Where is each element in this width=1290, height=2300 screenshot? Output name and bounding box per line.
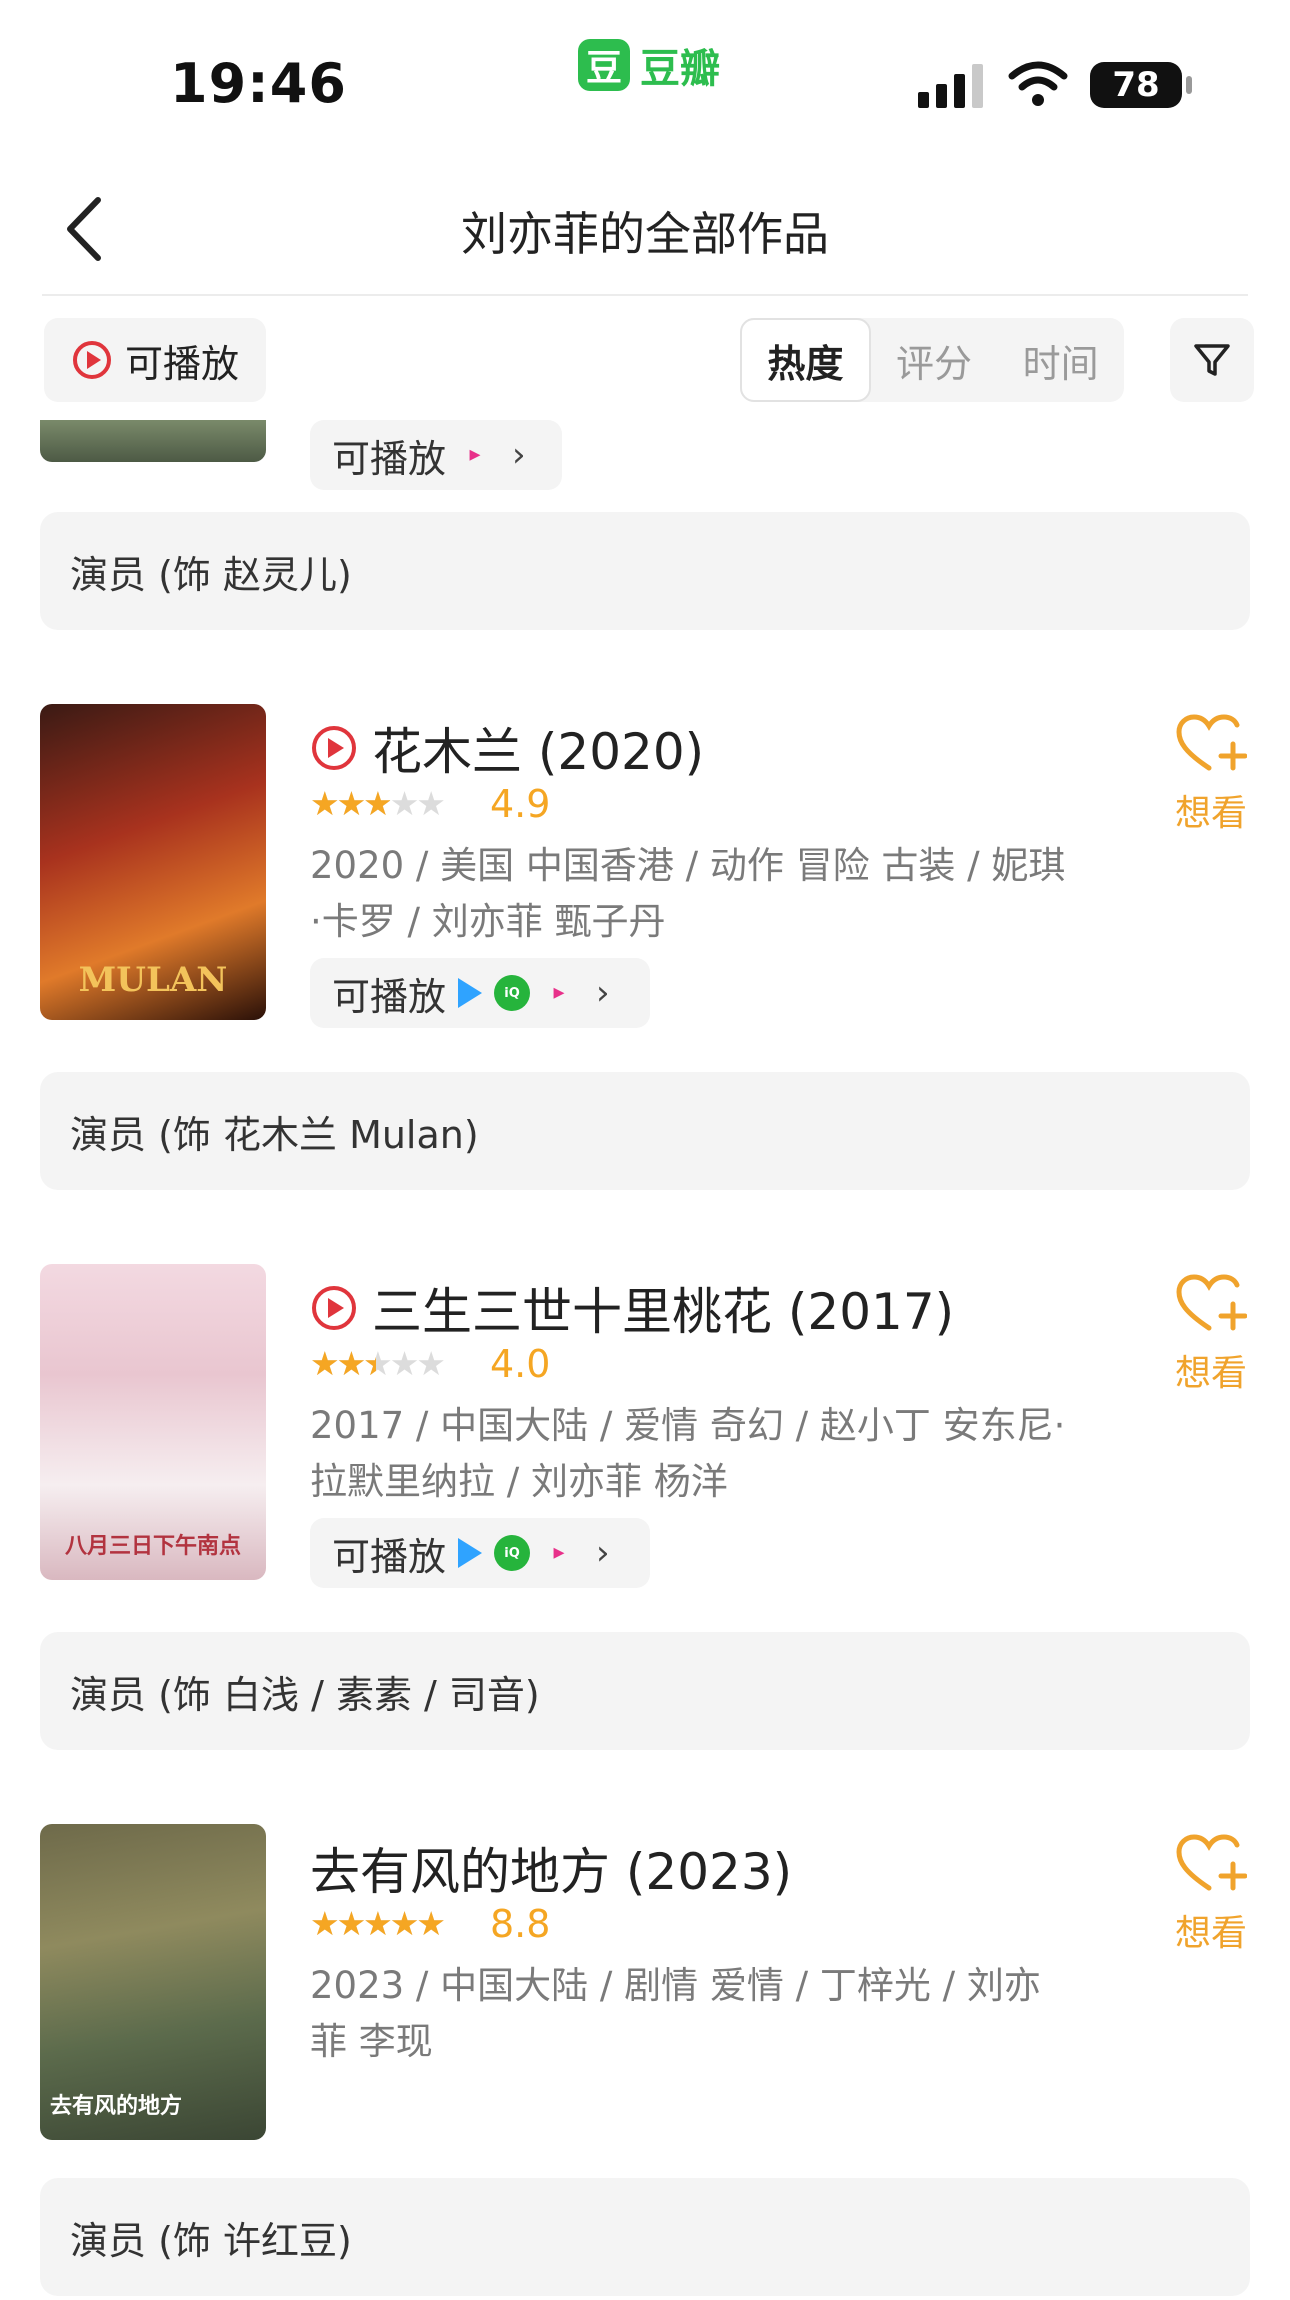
star-rating: ★★★★★★★★★★: [310, 1344, 446, 1383]
playable-filter-chip[interactable]: 可播放: [44, 318, 266, 402]
item-meta: 2020 / 美国 中国香港 / 动作 冒险 古装 / 妮琪·卡罗 / 刘亦菲 …: [310, 844, 1066, 943]
want-to-watch-label: 想看: [1174, 1913, 1247, 1954]
funnel-icon: [1194, 344, 1230, 376]
want-to-watch-label: 想看: [1174, 793, 1247, 834]
heart-plus-icon: [1176, 714, 1248, 771]
rating-row: ★★★★★★★★★★ 4.0: [310, 1342, 550, 1386]
play-circle-icon: [312, 1286, 356, 1330]
role-box: 演员 (饰 白浅 / 素素 / 司音): [40, 1632, 1250, 1750]
sort-tab-time[interactable]: 时间: [997, 318, 1124, 402]
poster-image[interactable]: 八月三日下午南点: [40, 1264, 266, 1580]
list-item[interactable]: MULAN 花木兰 (2020) ★★★★★★★★★★ 4.9 2020 / 美…: [0, 704, 1290, 1034]
nav-bar: 刘亦菲的全部作品: [42, 150, 1248, 296]
role-box: 演员 (饰 赵灵儿): [40, 512, 1250, 630]
playable-sources-pill[interactable]: 可播放 iQ ▸ ›: [310, 1518, 650, 1588]
chevron-right-icon: ›: [512, 435, 526, 475]
douban-logo-icon: 豆: [578, 39, 630, 91]
battery-cap: [1186, 76, 1192, 94]
list-item[interactable]: 八月三日下午南点 三生三世十里桃花 (2017) ★★★★★★★★★★ 4.0 …: [0, 1264, 1290, 1594]
want-to-watch-button[interactable]: 想看: [1166, 1832, 1256, 1956]
filter-bar: 可播放 热度 评分 时间: [0, 318, 1290, 406]
youku-icon: ▸: [553, 1540, 565, 1565]
list-item[interactable]: 去有风的地方 去有风的地方 (2023) ★★★★★ ★★★★★ 8.8 2023…: [0, 1824, 1290, 2154]
youku-icon: ▸: [469, 442, 481, 467]
signal-icon: [918, 64, 983, 108]
status-time: 19:46: [170, 52, 347, 115]
title-row: 去有风的地方 (2023): [310, 1832, 792, 1904]
works-list[interactable]: 可播放 ▸ › 演员 (饰 赵灵儿) MULAN 花木兰 (2020) ★★★★…: [0, 420, 1290, 2300]
rating-score: 8.8: [490, 1902, 551, 1946]
role-box: 演员 (饰 花木兰 Mulan): [40, 1072, 1250, 1190]
play-circle-icon: [312, 726, 356, 770]
poster-title: 去有风的地方: [50, 2093, 183, 2119]
playable-sources-pill[interactable]: 可播放 ▸ ›: [310, 420, 562, 490]
want-to-watch-label: 想看: [1174, 1353, 1247, 1394]
poster-title: MULAN: [78, 960, 228, 1000]
item-meta: 2017 / 中国大陆 / 爱情 奇幻 / 赵小丁 安东尼·拉默里纳拉 / 刘亦…: [310, 1404, 1066, 1503]
sort-tab-rating[interactable]: 评分: [871, 318, 998, 402]
item-title[interactable]: 三生三世十里桃花 (2017): [372, 1272, 954, 1344]
want-to-watch-button[interactable]: 想看: [1166, 1272, 1256, 1396]
item-meta: 2023 / 中国大陆 / 剧情 爱情 / 丁梓光 / 刘亦菲 李现: [310, 1964, 1041, 2063]
iqiyi-icon: iQ: [494, 975, 531, 1011]
app-badge: 豆 豆瓣: [578, 36, 720, 94]
want-to-watch-button[interactable]: 想看: [1166, 712, 1256, 836]
playable-filter-label: 可播放: [124, 341, 239, 386]
play-circle-icon: [72, 341, 111, 379]
poster-title: 八月三日下午南点: [64, 1533, 241, 1559]
battery-indicator: 78: [1090, 62, 1182, 108]
heart-plus-icon: [1176, 1274, 1248, 1331]
sort-tabs: 热度 评分 时间: [740, 318, 1124, 402]
playable-sources-pill[interactable]: 可播放 iQ ▸ ›: [310, 958, 650, 1028]
rating-row: ★★★★★ ★★★★★ 8.8: [310, 1902, 550, 1946]
star-rating: ★★★★★★★★★★: [310, 1904, 446, 1943]
rating-row: ★★★★★★★★★★ 4.9: [310, 782, 550, 826]
heart-plus-icon: [1176, 1834, 1248, 1891]
playable-label: 可播放: [332, 436, 447, 481]
item-title[interactable]: 花木兰 (2020): [372, 712, 704, 784]
playable-label: 可播放: [332, 1534, 447, 1579]
filter-button[interactable]: [1170, 318, 1254, 402]
title-row: 三生三世十里桃花 (2017): [310, 1272, 954, 1344]
rating-score: 4.9: [490, 782, 551, 826]
page-title: 刘亦菲的全部作品: [461, 207, 829, 261]
poster-partial[interactable]: [40, 420, 266, 462]
playable-label: 可播放: [332, 974, 447, 1019]
poster-image[interactable]: MULAN: [40, 704, 266, 1020]
tencent-video-icon: [458, 1538, 483, 1568]
poster-image[interactable]: 去有风的地方: [40, 1824, 266, 2140]
star-rating: ★★★★★★★★★★: [310, 784, 446, 823]
app-name: 豆瓣: [640, 46, 720, 92]
tencent-video-icon: [458, 978, 483, 1008]
chevron-right-icon: ›: [596, 973, 610, 1013]
chevron-right-icon: ›: [596, 1533, 610, 1573]
item-title[interactable]: 去有风的地方 (2023): [310, 1832, 792, 1904]
title-row: 花木兰 (2020): [310, 712, 704, 784]
sort-tab-popularity[interactable]: 热度: [740, 318, 871, 402]
rating-score: 4.0: [490, 1342, 551, 1386]
wifi-icon: [1008, 61, 1068, 106]
status-bar: 19:46 豆 豆瓣 78: [0, 0, 1290, 150]
youku-icon: ▸: [553, 980, 565, 1005]
role-box: 演员 (饰 许红豆): [40, 2178, 1250, 2296]
iqiyi-icon: iQ: [494, 1535, 531, 1571]
